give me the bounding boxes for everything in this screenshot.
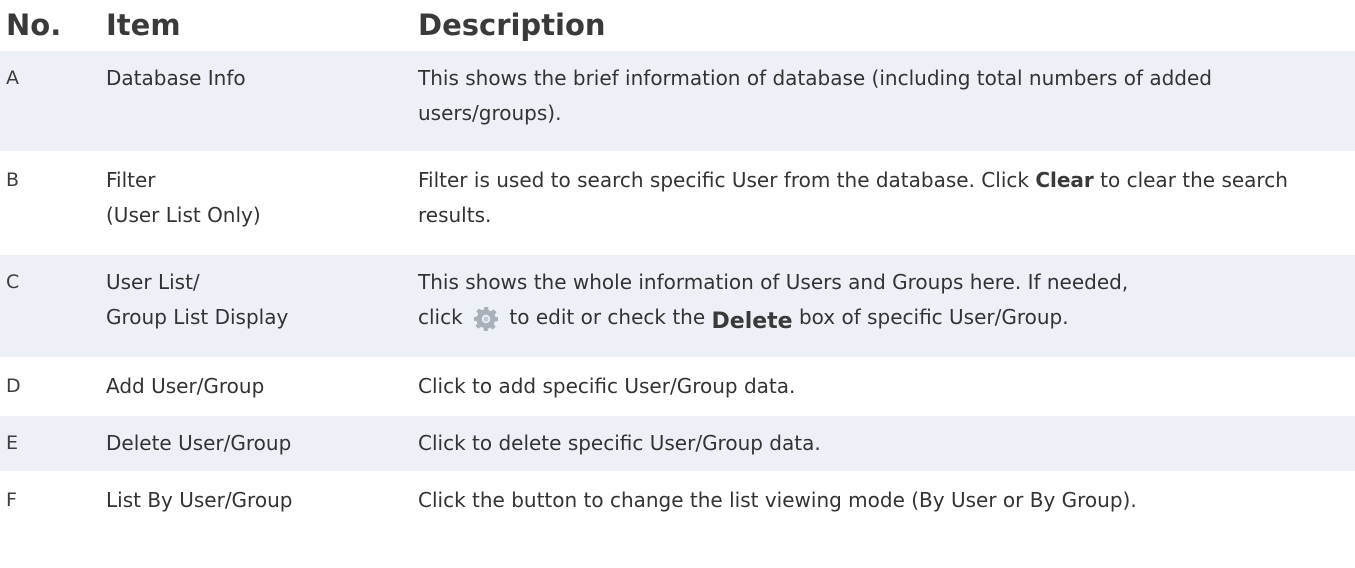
description-text: Click the button to change the list view… (418, 488, 1137, 512)
table-header-row: No. Item Description (0, 0, 1355, 50)
row-no: B (0, 151, 100, 254)
description-table: No. Item Description A Database Info Thi… (0, 0, 1355, 528)
row-item: List By User/Group (100, 471, 412, 528)
row-no: F (0, 471, 100, 528)
row-description: Filter is used to search specific User f… (412, 151, 1355, 254)
table-row: A Database Info This shows the brief inf… (0, 49, 1355, 152)
item-sublabel: (User List Only) (106, 203, 261, 227)
item-label: Filter (106, 168, 156, 192)
row-description: Click to delete specific User/Group data… (412, 414, 1355, 472)
item-label: User List/ (106, 270, 200, 294)
row-description: Click the button to change the list view… (412, 471, 1355, 528)
header-no: No. (0, 0, 100, 50)
description-text-end: box of specific User/Group. (792, 305, 1069, 329)
row-item: Filter (User List Only) (100, 151, 412, 254)
description-text: Filter is used to search specific User f… (418, 168, 1036, 192)
item-label: Database Info (106, 66, 246, 90)
gear-icon (473, 306, 499, 332)
item-label: Delete User/Group (106, 431, 292, 455)
item-label: List By User/Group (106, 488, 293, 512)
description-text: Click to add specific User/Group data. (418, 374, 796, 398)
description-text-mid: to edit or check the (503, 305, 712, 329)
header-description: Description (412, 0, 1355, 50)
row-item: Add User/Group (100, 357, 412, 415)
row-item: User List/ Group List Display (100, 253, 412, 358)
row-description: This shows the brief information of data… (412, 49, 1355, 152)
description-text-click: click (418, 305, 470, 329)
table-row: F List By User/Group Click the button to… (0, 471, 1355, 528)
clear-keyword: Clear (1035, 168, 1094, 192)
row-no: A (0, 49, 100, 152)
table-row: E Delete User/Group Click to delete spec… (0, 414, 1355, 472)
item-sublabel: Group List Display (106, 305, 289, 329)
description-text: This shows the whole information of User… (418, 270, 1129, 294)
row-no: E (0, 414, 100, 472)
row-item: Database Info (100, 49, 412, 152)
item-label: Add User/Group (106, 374, 265, 398)
description-text: This shows the brief information of data… (418, 66, 1213, 125)
row-description: Click to add specific User/Group data. (412, 357, 1355, 415)
delete-keyword: Delete (711, 309, 793, 334)
row-no: D (0, 357, 100, 415)
row-item: Delete User/Group (100, 414, 412, 472)
row-description: This shows the whole information of User… (412, 253, 1355, 358)
description-text: Click to delete specific User/Group data… (418, 431, 821, 455)
table-row: C User List/ Group List Display This sho… (0, 253, 1355, 358)
row-no: C (0, 253, 100, 358)
table-row: D Add User/Group Click to add specific U… (0, 357, 1355, 415)
table-row: B Filter (User List Only) Filter is used… (0, 151, 1355, 254)
header-item: Item (100, 0, 412, 50)
